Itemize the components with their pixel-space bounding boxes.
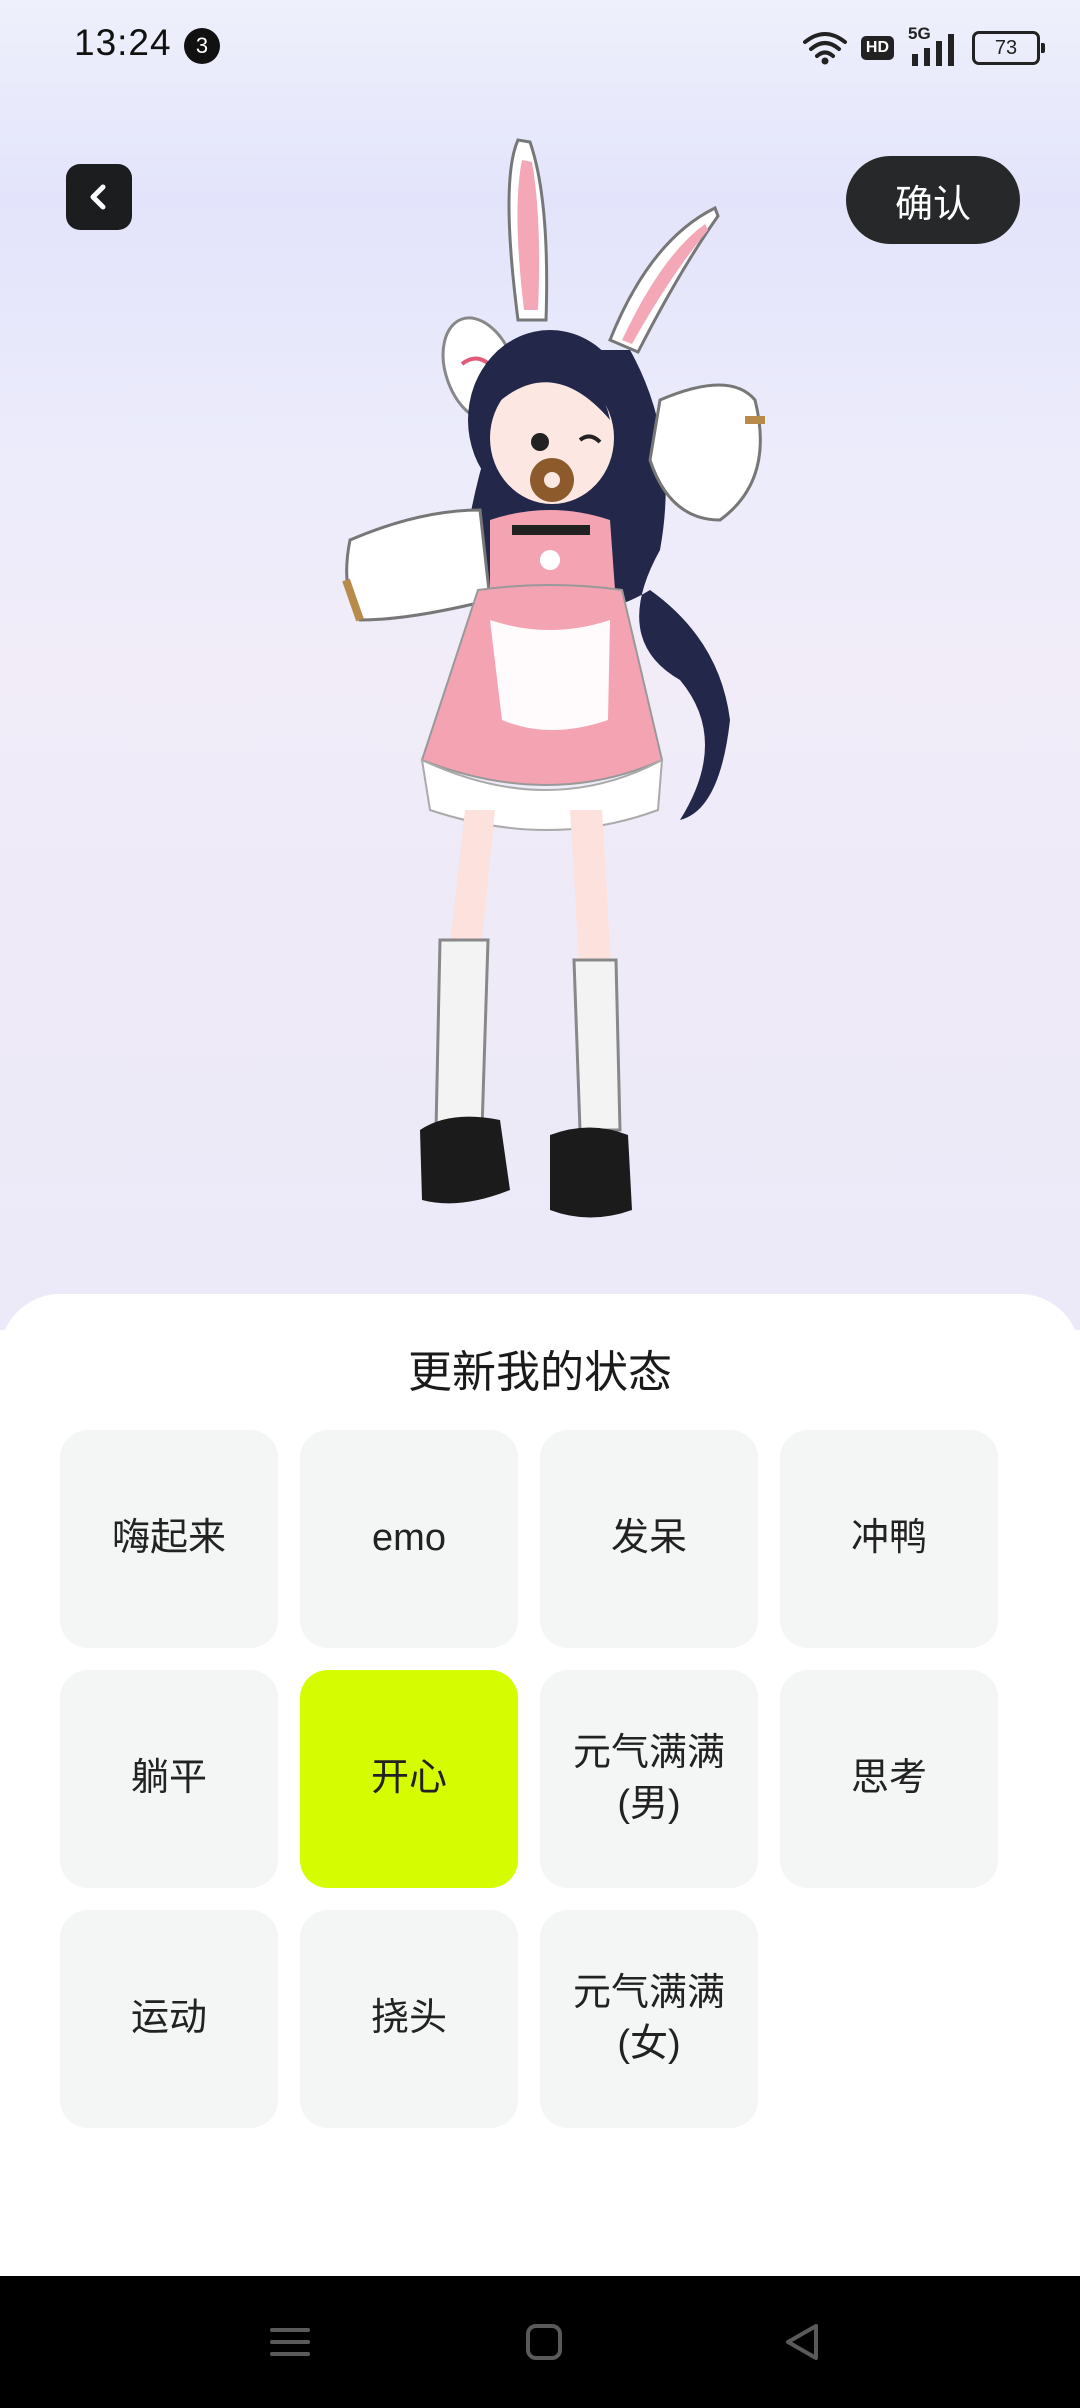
nav-back-button[interactable] (776, 2316, 828, 2368)
home-icon (526, 2324, 562, 2360)
system-nav-bar (0, 2276, 1080, 2408)
status-option-thinking[interactable]: 思考 (780, 1670, 998, 1888)
status-option-sports[interactable]: 运动 (60, 1910, 278, 2128)
status-bar: 13:24 3 HD 5G 73 (0, 0, 1080, 96)
notification-count-badge: 3 (184, 28, 220, 64)
menu-icon (270, 2328, 310, 2356)
nav-menu-button[interactable] (264, 2316, 316, 2368)
confirm-button[interactable]: 确认 (846, 156, 1020, 244)
back-button[interactable] (66, 164, 132, 230)
triangle-back-icon (786, 2324, 818, 2360)
avatar-figure (342, 138, 765, 1218)
status-option-hai[interactable]: 嗨起来 (60, 1430, 278, 1648)
nav-home-button[interactable] (518, 2316, 570, 2368)
status-option-happy[interactable]: 开心 (300, 1670, 518, 1888)
signal-icon: 5G (908, 24, 958, 68)
chevron-left-icon (90, 184, 106, 210)
status-option-daze[interactable]: 发呆 (540, 1430, 758, 1648)
status-option-emo[interactable]: emo (300, 1430, 518, 1648)
wifi-icon (802, 32, 847, 65)
battery-indicator: 73 (972, 31, 1045, 65)
hd-badge: HD (860, 36, 894, 60)
status-icons: HD 5G 73 (802, 24, 1045, 70)
sheet-title: 更新我的状态 (408, 1348, 672, 1397)
status-option-go[interactable]: 冲鸭 (780, 1430, 998, 1648)
status-option-energetic-female[interactable]: 元气满满 (女) (540, 1910, 758, 2128)
status-option-scratch-head[interactable]: 挠头 (300, 1910, 518, 2128)
status-option-energetic-male[interactable]: 元气满满 (男) (540, 1670, 758, 1888)
status-time: 13:24 (74, 22, 172, 63)
status-options-grid: 嗨起来 emo 发呆 冲鸭 躺平 开心 元气满满 (男) 思考 运动 挠头 元气… (60, 1430, 1020, 2128)
status-option-lie-flat[interactable]: 躺平 (60, 1670, 278, 1888)
